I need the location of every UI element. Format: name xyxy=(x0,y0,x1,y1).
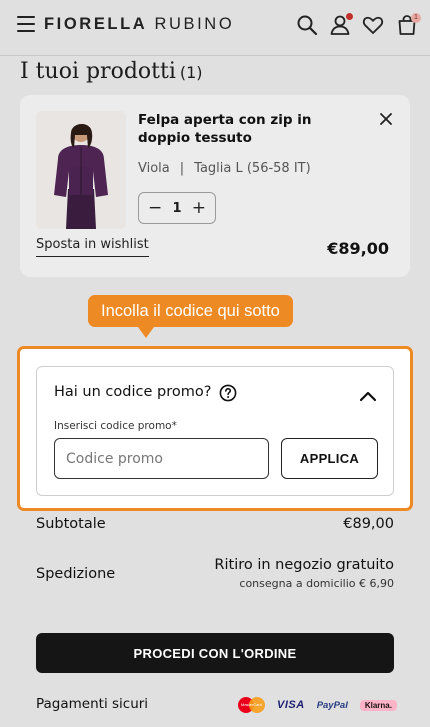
promo-highlight-frame: Hai un codice promo? Inserisci codice pr… xyxy=(17,346,413,511)
chevron-up-icon[interactable] xyxy=(359,387,377,402)
checkout-button[interactable]: PROCEDI CON L'ORDINE xyxy=(36,633,394,673)
increase-quantity-button[interactable]: + xyxy=(192,199,206,217)
visa-logo: VISA xyxy=(277,699,305,711)
heart-icon[interactable] xyxy=(362,14,384,36)
tooltip-arrow xyxy=(138,327,154,338)
product-price: €89,00 xyxy=(327,239,389,258)
klarna-logo: Klarna. xyxy=(359,699,397,711)
apply-promo-button[interactable]: APPLICA xyxy=(281,438,378,479)
menu-icon[interactable] xyxy=(17,16,35,32)
brand-logo[interactable]: FIORELLA RUBINO xyxy=(44,15,234,34)
product-card: Felpa aperta con zip in doppio tessuto V… xyxy=(20,95,410,277)
promo-code-input[interactable] xyxy=(54,438,269,479)
promo-title[interactable]: Hai un codice promo? xyxy=(54,384,211,400)
quantity-stepper: − 1 + xyxy=(138,192,216,224)
brand-name-part2: RUBINO xyxy=(154,15,235,33)
decrease-quantity-button[interactable]: − xyxy=(148,199,162,217)
promo-input-label: Inserisci codice promo* xyxy=(54,420,177,432)
product-variant: Viola | Taglia L (56-58 IT) xyxy=(138,161,311,176)
product-count: (1) xyxy=(179,63,203,82)
product-name[interactable]: Felpa aperta con zip in doppio tessuto xyxy=(138,111,348,147)
user-icon[interactable] xyxy=(329,13,353,36)
shipping-value: Ritiro in negozio gratuito xyxy=(214,557,394,573)
product-size: Taglia L (56-58 IT) xyxy=(194,161,311,176)
shipping-label: Spedizione xyxy=(36,566,116,582)
paypal-logo: PayPal xyxy=(316,699,348,711)
cart-count-badge: 1 xyxy=(411,13,421,23)
bag-icon[interactable]: 1 xyxy=(396,13,421,36)
notification-dot xyxy=(346,13,353,20)
product-color: Viola xyxy=(138,161,170,176)
promo-hint-tooltip: Incolla il codice qui sotto xyxy=(88,295,293,327)
variant-separator: | xyxy=(179,161,185,176)
page-title-text: I tuoi prodotti xyxy=(20,59,176,84)
payment-logos: MasterCard VISA PayPal Klarna. xyxy=(238,697,397,713)
product-image[interactable] xyxy=(36,111,126,229)
move-to-wishlist-link[interactable]: Sposta in wishlist xyxy=(36,237,149,257)
page-title: I tuoi prodotti (1) xyxy=(20,59,203,84)
promo-code-panel: Hai un codice promo? Inserisci codice pr… xyxy=(36,366,394,496)
mastercard-logo: MasterCard xyxy=(238,697,265,713)
subtotal-label: Subtotale xyxy=(36,516,106,532)
brand-name-part1: FIORELLA xyxy=(44,15,148,33)
shipping-home-delivery-note: consegna a domicilio € 6,90 xyxy=(239,577,394,590)
quantity-value: 1 xyxy=(172,200,182,216)
search-icon[interactable] xyxy=(296,14,318,36)
remove-item-icon[interactable] xyxy=(378,111,394,127)
site-header: FIORELLA RUBINO 1 xyxy=(0,0,430,56)
mastercard-logo-text: MasterCard xyxy=(241,702,262,707)
help-icon[interactable] xyxy=(219,384,237,402)
secure-payments-label: Pagamenti sicuri xyxy=(36,696,149,712)
subtotal-value: €89,00 xyxy=(343,516,394,532)
